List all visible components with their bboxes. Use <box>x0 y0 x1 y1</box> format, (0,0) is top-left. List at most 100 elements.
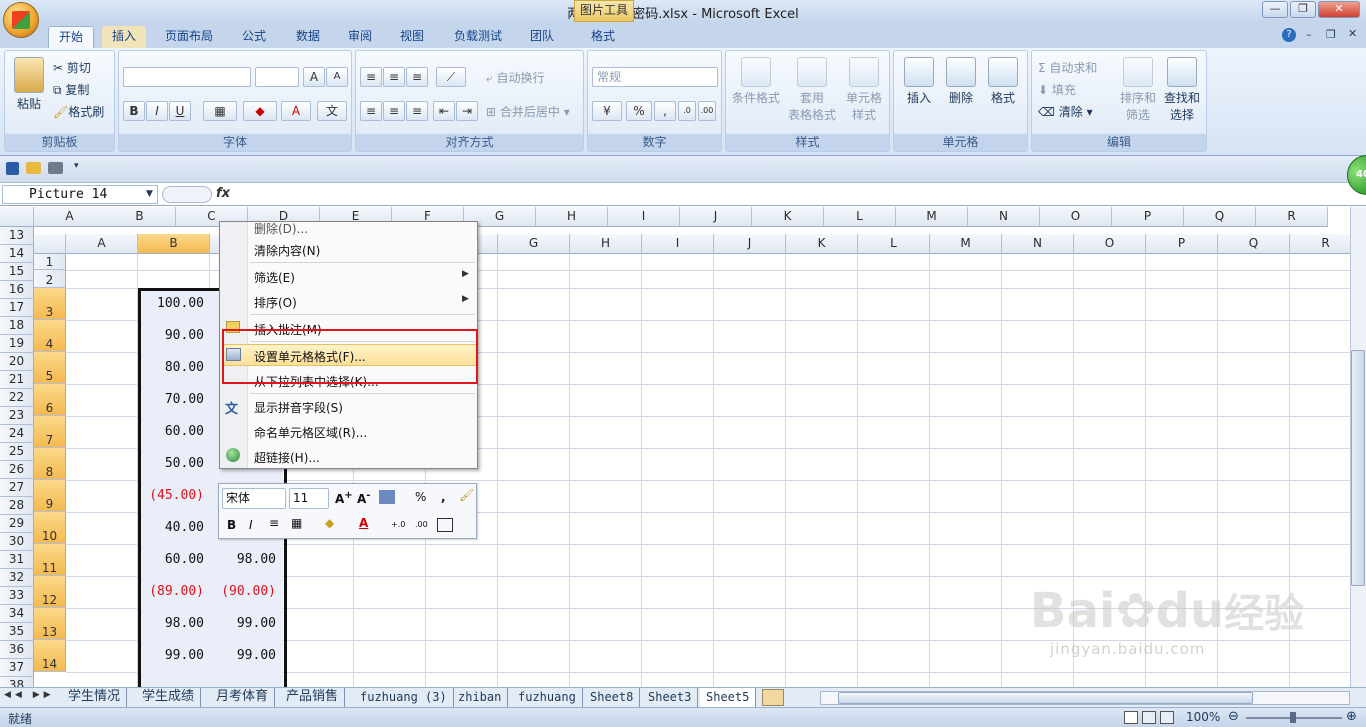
row-header[interactable]: 32 <box>0 569 34 587</box>
tab-formulas[interactable]: 公式 <box>232 26 276 48</box>
mini-painter-icon[interactable]: 🖌 <box>459 488 474 502</box>
cell-c[interactable]: 98.00 <box>210 552 282 568</box>
menu-item-sort[interactable]: 排序(O) ▶ <box>254 294 474 311</box>
cell-b[interactable]: 40.00 <box>138 520 210 536</box>
insert-sheet-icon[interactable] <box>762 689 784 706</box>
sheet-tab[interactable]: 月考体育 <box>210 688 276 707</box>
column-header[interactable]: J <box>680 207 752 227</box>
increase-indent-icon[interactable]: ⇥ <box>456 101 478 121</box>
tab-view[interactable]: 视图 <box>390 26 434 48</box>
cell-b[interactable]: (89.00) <box>138 584 210 600</box>
align-top-icon[interactable]: ≡ <box>360 67 382 87</box>
mini-fill-color-icon[interactable]: ◆ <box>325 516 334 530</box>
page-break-view-icon[interactable] <box>1160 711 1174 724</box>
align-bottom-icon[interactable]: ≡ <box>406 67 428 87</box>
format-as-table-button[interactable]: 套用 表格格式 <box>784 57 840 123</box>
find-select-button[interactable]: 查找和 选择 <box>1160 57 1204 123</box>
row-header[interactable]: 34 <box>0 605 34 623</box>
help-icon[interactable]: ? <box>1282 28 1296 42</box>
align-center-icon[interactable]: ≡ <box>383 101 405 121</box>
cell-b[interactable]: 50.00 <box>138 456 210 472</box>
fx-icon[interactable]: fx <box>216 186 230 201</box>
cell-b[interactable]: 60.00 <box>138 424 210 440</box>
page-layout-view-icon[interactable] <box>1142 711 1156 724</box>
mini-percent-button[interactable]: % <box>415 490 426 504</box>
tab-insert[interactable]: 插入 <box>102 26 146 48</box>
cell-b[interactable]: 99.00 <box>138 648 210 664</box>
tab-home[interactable]: 开始 <box>48 26 94 49</box>
menu-item-show-phonetic[interactable]: 显示拼音字段(S) <box>254 399 343 416</box>
column-header[interactable]: R <box>1256 207 1328 227</box>
ribbon-minimize-icon[interactable]: – <box>1306 28 1312 41</box>
mini-increase-decimal-icon[interactable]: +.0 <box>391 520 405 529</box>
row-header[interactable]: 15 <box>0 263 34 281</box>
row-header[interactable]: 16 <box>0 281 34 299</box>
font-size-box[interactable] <box>255 67 299 87</box>
comma-button[interactable]: , <box>654 101 676 121</box>
font-name-box[interactable] <box>123 67 251 87</box>
zoom-slider-thumb[interactable] <box>1290 712 1296 723</box>
column-header[interactable]: L <box>824 207 896 227</box>
sheet-tab[interactable]: 学生成绩 <box>136 688 202 707</box>
insert-cells-button[interactable]: 插入 <box>898 57 940 106</box>
cut-button[interactable]: ✂ 剪切 <box>53 59 91 76</box>
sheet-tab[interactable]: fuzhuang (3) <box>354 688 454 707</box>
row-header[interactable]: 30 <box>0 533 34 551</box>
name-box[interactable]: Picture 14 <box>2 185 158 204</box>
sheet-tab[interactable]: fuzhuang <box>512 688 583 707</box>
column-header[interactable]: M <box>896 207 968 227</box>
print-icon[interactable] <box>48 162 63 174</box>
row-header[interactable]: 24 <box>0 425 34 443</box>
row-header[interactable]: 33 <box>0 587 34 605</box>
sheet-tab[interactable]: 产品销售 <box>280 688 346 707</box>
mini-border-icon[interactable]: ▦ <box>291 516 302 530</box>
bold-button[interactable]: B <box>123 101 145 121</box>
row-header[interactable]: 17 <box>0 299 34 317</box>
cell-c[interactable]: 99.00 <box>210 616 282 632</box>
fill-color-icon[interactable]: ◆ <box>243 101 277 121</box>
menu-item-name-range[interactable]: 命名单元格区域(R)... <box>254 424 367 441</box>
phonetic-icon[interactable]: 文 <box>317 101 347 121</box>
row-header[interactable]: 36 <box>0 641 34 659</box>
cell-c[interactable]: (90.00) <box>210 584 282 600</box>
increase-decimal-icon[interactable]: .0 <box>678 101 696 121</box>
sheet-tab[interactable]: Sheet3 <box>642 688 699 707</box>
mini-merge-icon[interactable] <box>437 518 453 532</box>
shrink-font-button[interactable]: A <box>326 67 348 87</box>
format-cells-button[interactable]: 格式 <box>982 57 1024 106</box>
fill-button[interactable]: ⬇ 填充 <box>1038 81 1076 98</box>
decrease-decimal-icon[interactable]: .00 <box>698 101 716 121</box>
ribbon-restore-icon[interactable]: ❐ <box>1326 28 1336 41</box>
column-header[interactable]: O <box>1040 207 1112 227</box>
tab-review[interactable]: 审阅 <box>338 26 382 48</box>
horizontal-scroll-thumb[interactable] <box>838 692 1253 704</box>
worksheet[interactable]: ABCDEFGHIJKLMNOPQR 13 14 15 16 17 18 19 20 21 22 2… <box>0 207 1350 687</box>
maximize-button[interactable]: ❐ <box>1290 1 1316 18</box>
border-icon[interactable]: ▦ <box>203 101 237 121</box>
delete-cells-button[interactable]: 删除 <box>940 57 982 106</box>
tab-team[interactable]: 团队 <box>520 26 564 48</box>
row-header[interactable]: 22 <box>0 389 34 407</box>
mini-font-box[interactable]: 宋体 <box>222 488 286 509</box>
column-header[interactable]: N <box>968 207 1040 227</box>
decrease-indent-icon[interactable]: ⇤ <box>433 101 455 121</box>
mini-italic-button[interactable]: I <box>249 518 253 532</box>
font-color-icon[interactable]: A <box>281 101 311 121</box>
ribbon-close-icon[interactable]: ✕ <box>1348 27 1357 40</box>
column-header[interactable]: B <box>104 207 176 227</box>
copy-button[interactable]: ⧉ 复制 <box>53 81 89 98</box>
zoom-in-icon[interactable]: ⊕ <box>1346 709 1357 724</box>
name-box-dropdown-icon[interactable]: ▼ <box>146 189 153 199</box>
row-header[interactable]: 23 <box>0 407 34 425</box>
sheet-nav-arrows-icon[interactable]: ◀◀ ▶▶ <box>4 690 55 700</box>
row-header[interactable]: 37 <box>0 659 34 677</box>
mini-shrink-font-icon[interactable]: A- <box>357 490 370 506</box>
paste-button[interactable]: 粘贴 <box>11 57 47 112</box>
tab-load-test[interactable]: 负载测试 <box>446 26 510 48</box>
merge-center-button[interactable]: ⊞ 合并后居中 ▾ <box>486 103 570 120</box>
sheet-tab[interactable]: Sheet8 <box>584 688 641 707</box>
cell-b[interactable]: 98.00 <box>138 616 210 632</box>
column-header[interactable]: H <box>536 207 608 227</box>
row-header[interactable]: 19 <box>0 335 34 353</box>
tab-page-layout[interactable]: 页面布局 <box>158 26 220 48</box>
